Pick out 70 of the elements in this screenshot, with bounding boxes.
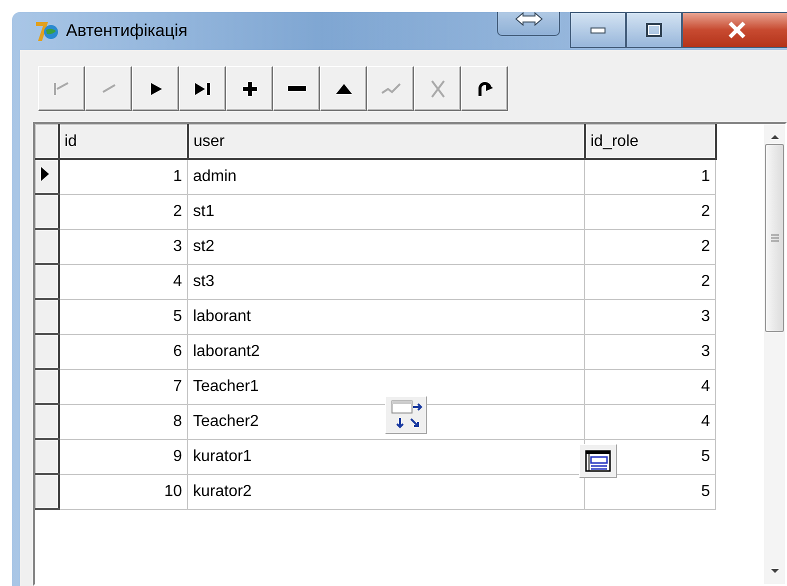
check-icon	[380, 80, 402, 96]
plus-icon	[242, 80, 258, 96]
table-cell: 2	[584, 194, 716, 229]
refresh-icon	[476, 80, 494, 98]
cancel-icon	[428, 78, 446, 98]
minimize-button[interactable]	[570, 12, 626, 48]
row-indicator[interactable]	[36, 474, 58, 509]
table-cell: 2	[584, 264, 716, 299]
row-indicator[interactable]	[36, 369, 58, 404]
up-triangle-icon	[334, 82, 352, 94]
app-logo-icon	[34, 19, 60, 43]
table-cell: 5	[58, 299, 188, 334]
navigator-button[interactable]	[226, 66, 273, 111]
table-cell: 4	[584, 404, 716, 439]
current-row-icon	[40, 166, 50, 182]
table-cell: laborant2	[188, 334, 584, 369]
table-cell: 8	[58, 404, 188, 439]
row-indicator[interactable]	[36, 229, 58, 264]
table-cell: 1	[584, 159, 716, 194]
navigator-button[interactable]	[461, 66, 508, 111]
table-cell: laborant	[188, 299, 584, 334]
table-cell: st3	[188, 264, 584, 299]
table-cell: 6	[58, 334, 188, 369]
component-icon	[579, 444, 617, 478]
navigator-button[interactable]	[320, 66, 367, 111]
row-indicator[interactable]	[36, 264, 58, 299]
play-icon	[148, 80, 162, 96]
maximize-button[interactable]	[626, 12, 682, 48]
scroll-up-icon	[770, 134, 780, 140]
table-cell: admin	[188, 159, 584, 194]
table-cell: 4	[58, 264, 188, 299]
table-cell: st1	[188, 194, 584, 229]
row-indicator	[36, 124, 58, 159]
maximize-icon	[646, 23, 662, 37]
table-cell: 4	[584, 369, 716, 404]
row-indicator[interactable]	[36, 194, 58, 229]
scroll-down-icon	[770, 568, 780, 574]
table-cell: 3	[584, 334, 716, 369]
table-cell: 3	[584, 299, 716, 334]
table-cell: 2	[58, 194, 188, 229]
minimize-icon	[590, 26, 606, 34]
table-cell: 1	[58, 159, 188, 194]
column-header[interactable]: id	[58, 124, 188, 159]
double-arrow-icon	[514, 12, 544, 27]
window-title: Автентифікація	[66, 21, 188, 41]
row-indicator[interactable]	[36, 439, 58, 474]
grip-icon	[770, 234, 778, 242]
row-indicator[interactable]	[36, 159, 58, 194]
table-cell: 7	[58, 369, 188, 404]
navigator-button[interactable]	[132, 66, 179, 111]
row-indicator[interactable]	[36, 299, 58, 334]
table-cell: 9	[58, 439, 188, 474]
table-cell: st2	[188, 229, 584, 264]
scroll-thumb[interactable]	[765, 144, 784, 332]
column-header[interactable]: id_role	[584, 124, 716, 159]
table-cell: 3	[58, 229, 188, 264]
table-cell: 10	[58, 474, 188, 509]
row-indicator[interactable]	[36, 404, 58, 439]
navigator-button[interactable]	[273, 66, 320, 111]
navigator-button[interactable]	[179, 66, 226, 111]
first-record-icon	[52, 80, 72, 98]
last-record-icon	[194, 80, 212, 96]
close-icon	[727, 21, 747, 39]
close-button[interactable]	[682, 12, 787, 48]
column-header[interactable]: user	[188, 124, 584, 159]
minus-icon	[288, 86, 306, 92]
vertical-scrollbar[interactable]	[764, 124, 785, 584]
table-cell: 2	[584, 229, 716, 264]
component-icon	[385, 396, 427, 434]
row-indicator[interactable]	[36, 334, 58, 369]
